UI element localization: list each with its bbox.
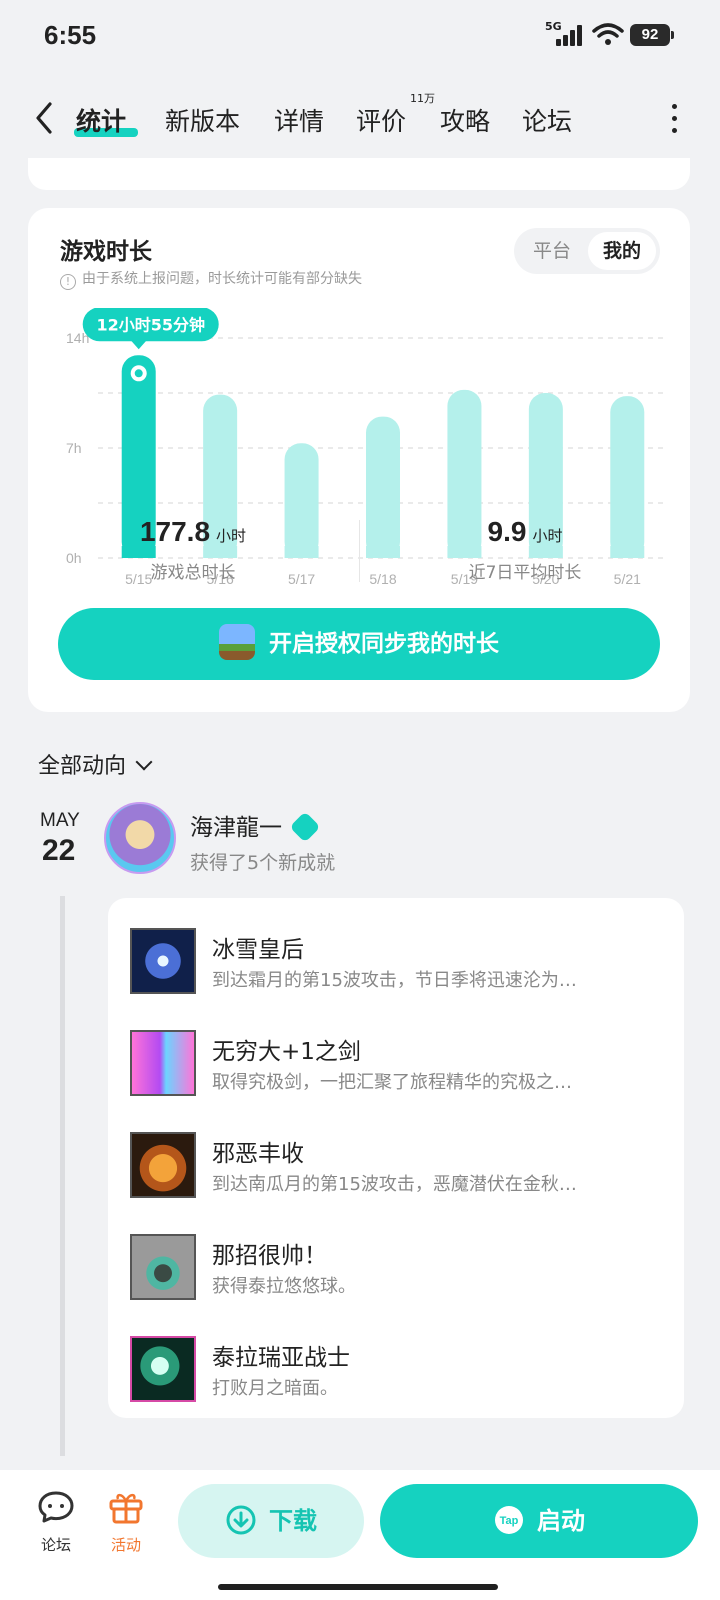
bottom-action-bar: 论坛 活动 下载 Tap 启动 [0,1470,720,1600]
sync-playtime-button[interactable]: 开启授权同步我的时长 [58,608,660,680]
average-playtime-label: 近7日平均时长 [468,563,582,583]
achievement-title: 无穷大+1之剑 [212,1039,361,1065]
toggle-platform[interactable]: 平台 [518,232,586,270]
playtime-note: ! 由于系统上报问题，时长统计可能有部分缺失 [60,268,362,290]
playtime-title: 游戏时长 [60,239,152,265]
activity-button[interactable]: 活动 [96,1490,156,1555]
tap-logo-text: Tap [500,1515,519,1527]
user-avatar[interactable] [104,802,176,874]
status-bar: 6:55 5G 92 [0,0,720,72]
timeline-line [60,896,65,1456]
signal-icon [556,24,586,46]
tooltip-pointer [130,340,147,350]
battery-indicator: 92 [630,24,674,46]
clock: 6:55 [44,20,97,50]
bar-marker-inner [134,369,143,378]
achievement-title: 泰拉瑞亚战士 [212,1345,350,1371]
feed-date-month: MAY [40,810,80,831]
download-button[interactable]: 下载 [178,1484,364,1558]
achievement-desc: 到达霜月的第15波攻击，节日季将迅速沦为… [212,970,577,991]
sync-playtime-label: 开启授权同步我的时长 [269,631,499,657]
user-action-text: 获得了5个新成就 [190,852,336,874]
total-playtime-stat: 177.8 小时 游戏总时长 [28,516,358,583]
verified-badge-icon [289,811,321,843]
gift-icon [109,1493,143,1524]
tooltip-text: 12小时55分钟 [96,315,205,334]
chevron-down-icon [135,753,153,771]
tab-details[interactable]: 详情 [274,102,324,138]
playtime-note-text: 由于系统上报问题，时长统计可能有部分缺失 [82,271,362,287]
achievements-card: 冰雪皇后 到达霜月的第15波攻击，节日季将迅速沦为… 无穷大+1之剑 取得究极剑… [108,898,684,1418]
wifi-icon [592,23,624,45]
game-icon [219,624,255,660]
sword-achievement-icon [130,1030,196,1096]
average-playtime-unit: 小时 [532,527,563,545]
yoyo-achievement-icon [130,1234,196,1300]
chat-bubble-icon [38,1491,74,1523]
info-icon: ! [60,274,76,290]
achievement-desc: 取得究极剑，一把汇聚了旅程精华的究极之… [212,1072,572,1093]
download-label: 下载 [269,1507,317,1535]
total-playtime-unit: 小时 [216,527,247,545]
toggle-mine[interactable]: 我的 [588,232,656,270]
total-playtime-value: 177.8 [139,516,211,547]
home-indicator [218,1584,498,1590]
forum-label: 论坛 [40,1536,71,1554]
user-name: 海津龍一 [190,815,282,841]
snowflake-achievement-icon [130,928,196,994]
achievement-item[interactable]: 无穷大+1之剑 取得究极剑，一把汇聚了旅程精华的究极之… [130,1030,670,1098]
total-playtime-label: 游戏总时长 [150,563,236,583]
source-toggle: 平台 我的 [514,228,660,274]
achievement-desc: 打败月之暗面。 [212,1378,338,1399]
achievement-desc: 到达南瓜月的第15波攻击，恶魔潜伏在金秋… [212,1174,577,1195]
y-tick-label: 7h [66,440,82,456]
reviews-count-badge: 11万 [410,92,435,105]
launch-label: 启动 [537,1507,585,1535]
achievement-title: 冰雪皇后 [212,937,304,963]
warrior-achievement-icon [130,1336,196,1402]
user-name-row[interactable]: 海津龍一 [190,808,321,843]
achievement-item[interactable]: 冰雪皇后 到达霜月的第15波攻击，节日季将迅速沦为… [130,928,670,996]
feed-date-day: 22 [42,834,76,867]
tab-forum[interactable]: 论坛 [522,102,572,138]
feed-filter-dropdown[interactable]: 全部动向 [38,748,153,780]
achievement-item[interactable]: 泰拉瑞亚战士 打败月之暗面。 [130,1336,670,1404]
average-playtime-stat: 9.9 小时 近7日平均时长 [360,516,690,583]
download-icon [226,1505,256,1535]
achievement-desc: 获得泰拉悠悠球。 [212,1276,356,1297]
achievement-item[interactable]: 邪恶丰收 到达南瓜月的第15波攻击，恶魔潜伏在金秋… [130,1132,670,1200]
tab-reviews[interactable]: 评价 [356,102,406,138]
achievement-title: 邪恶丰收 [212,1141,304,1167]
pumpkin-achievement-icon [130,1132,196,1198]
forum-button[interactable]: 论坛 [26,1490,86,1555]
achievement-item[interactable]: 那招很帅！ 获得泰拉悠悠球。 [130,1234,670,1302]
previous-card [28,158,690,190]
tap-logo-icon: Tap [495,1506,523,1534]
playtime-card: 游戏时长 ! 由于系统上报问题，时长统计可能有部分缺失 平台 我的 0h 7h 14h… [28,208,690,712]
activity-label: 活动 [110,1536,141,1554]
tab-guides[interactable]: 攻略 [440,102,490,138]
feed-filter-label: 全部动向 [38,754,127,779]
launch-button[interactable]: Tap 启动 [380,1484,698,1558]
tab-stats[interactable]: 统计 [76,102,126,138]
average-playtime-value: 9.9 [487,516,527,547]
back-arrow-icon[interactable] [30,98,60,138]
achievement-title: 那招很帅！ [212,1243,327,1269]
more-menu-icon[interactable] [670,104,678,134]
top-nav: 统计 新版本 详情 评价 11万 攻略 论坛 [0,88,720,152]
tab-new-version[interactable]: 新版本 [165,102,240,138]
